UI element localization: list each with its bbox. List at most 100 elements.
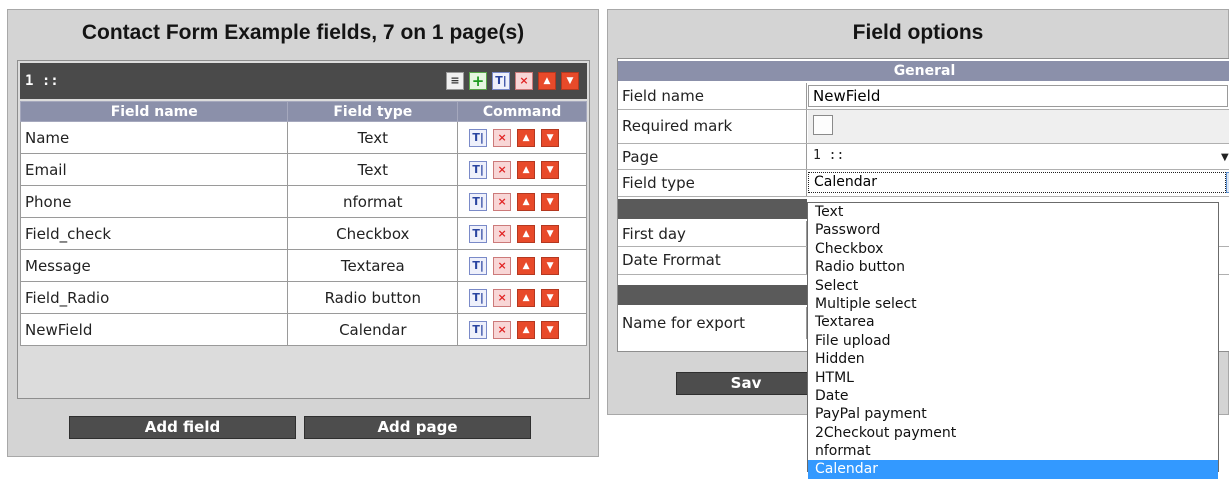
field-type-cell: Text	[287, 121, 459, 154]
dropdown-option[interactable]: Select	[808, 277, 1218, 295]
dropdown-option[interactable]: Checkbox	[808, 240, 1218, 258]
page-edit-icon[interactable]: T|	[492, 72, 510, 90]
column-header-field-name: Field name	[19, 101, 289, 122]
table-row: NewField Calendar T| × ▲ ▼	[19, 313, 587, 346]
field-type-select[interactable]: Calendar	[808, 172, 1226, 193]
dropdown-option[interactable]: Password	[808, 221, 1218, 239]
command-cell: T| × ▲ ▼	[457, 121, 587, 154]
page-select-chevron-down-icon[interactable]: ▼	[1221, 152, 1229, 163]
dropdown-option[interactable]: Textarea	[808, 313, 1218, 331]
field-name-cell: Name	[19, 121, 289, 154]
field-name-row: Field name NewField	[618, 83, 1229, 110]
move-down-icon[interactable]: ▼	[541, 161, 560, 179]
page-move-down-icon[interactable]: ▼	[561, 72, 579, 90]
move-up-icon[interactable]: ▲	[517, 129, 536, 147]
edit-field-icon[interactable]: T|	[469, 289, 488, 307]
dropdown-option[interactable]: nformat	[808, 442, 1218, 460]
export-section-heading	[618, 285, 807, 305]
dropdown-option[interactable]: Hidden	[808, 350, 1218, 368]
field-name-input[interactable]: NewField	[808, 85, 1228, 107]
page-select[interactable]: 1 ::	[808, 148, 1220, 166]
dropdown-option[interactable]: Calendar	[808, 460, 1218, 479]
field-type-cell: Text	[287, 153, 459, 186]
edit-field-icon[interactable]: T|	[469, 129, 488, 147]
fields-panel: Contact Form Example fields, 7 on 1 page…	[7, 9, 599, 457]
calendar-section-heading	[618, 199, 807, 219]
page-header-bar: 1 :: ≡ + T| × ▲ ▼	[20, 63, 587, 99]
move-down-icon[interactable]: ▼	[541, 321, 560, 339]
table-row: Message Textarea T| × ▲ ▼	[19, 249, 587, 282]
move-down-icon[interactable]: ▼	[541, 193, 560, 211]
field-name-cell: Phone	[19, 185, 289, 218]
page-select-label: Page	[618, 144, 807, 169]
page-fields-box: 1 :: ≡ + T| × ▲ ▼ Field name Field type …	[17, 60, 590, 399]
column-header-command: Command	[457, 101, 587, 122]
table-row: Name Text T| × ▲ ▼	[19, 121, 587, 154]
page-move-up-icon[interactable]: ▲	[538, 72, 556, 90]
date-format-label: Date Frormat	[618, 247, 807, 274]
dropdown-option[interactable]: File upload	[808, 332, 1218, 350]
page-delete-icon[interactable]: ×	[515, 72, 533, 90]
move-up-icon[interactable]: ▲	[517, 225, 536, 243]
fields-table: Field name Field type Command Name Text T|…	[19, 101, 587, 346]
field-name-cell: Field_check	[19, 217, 289, 250]
delete-field-icon[interactable]: ×	[493, 129, 512, 147]
edit-field-icon[interactable]: T|	[469, 321, 488, 339]
move-up-icon[interactable]: ▲	[517, 257, 536, 275]
save-button[interactable]: Sav	[676, 372, 816, 395]
command-cell: T| × ▲ ▼	[457, 185, 587, 218]
dropdown-option[interactable]: HTML	[808, 369, 1218, 387]
move-down-icon[interactable]: ▼	[541, 289, 560, 307]
command-cell: T| × ▲ ▼	[457, 281, 587, 314]
move-down-icon[interactable]: ▼	[541, 225, 560, 243]
general-section-heading: General	[618, 61, 1229, 81]
field-type-cell: Checkbox	[287, 217, 459, 250]
delete-field-icon[interactable]: ×	[493, 257, 512, 275]
page-add-field-icon[interactable]: +	[469, 72, 487, 90]
add-page-button[interactable]: Add page	[304, 416, 531, 439]
move-down-icon[interactable]: ▼	[541, 129, 560, 147]
table-row: Email Text T| × ▲ ▼	[19, 153, 587, 186]
required-mark-row: Required mark	[618, 110, 1229, 144]
field-type-cell: nformat	[287, 185, 459, 218]
first-day-label: First day	[618, 221, 807, 246]
dropdown-option[interactable]: Radio button	[808, 258, 1218, 276]
edit-field-icon[interactable]: T|	[469, 257, 488, 275]
command-cell: T| × ▲ ▼	[457, 249, 587, 282]
move-up-icon[interactable]: ▲	[517, 161, 536, 179]
column-header-field-type: Field type	[287, 101, 459, 122]
dropdown-option[interactable]: 2Checkout payment	[808, 424, 1218, 442]
page-label: 1 ::	[25, 73, 59, 89]
required-mark-checkbox[interactable]	[813, 115, 833, 135]
table-row: Phone nformat T| × ▲ ▼	[19, 185, 587, 218]
delete-field-icon[interactable]: ×	[493, 289, 512, 307]
table-row: Field_Radio Radio button T| × ▲ ▼	[19, 281, 587, 314]
field-name-cell: Email	[19, 153, 289, 186]
add-field-button[interactable]: Add field	[69, 416, 296, 439]
delete-field-icon[interactable]: ×	[493, 321, 512, 339]
move-down-icon[interactable]: ▼	[541, 257, 560, 275]
dropdown-option[interactable]: Date	[808, 387, 1218, 405]
edit-field-icon[interactable]: T|	[469, 193, 488, 211]
required-mark-label: Required mark	[618, 110, 807, 143]
field-name-label: Field name	[618, 83, 807, 109]
delete-field-icon[interactable]: ×	[493, 193, 512, 211]
edit-field-icon[interactable]: T|	[469, 161, 488, 179]
dropdown-option[interactable]: PayPal payment	[808, 405, 1218, 423]
move-up-icon[interactable]: ▲	[517, 289, 536, 307]
dropdown-option[interactable]: Multiple select	[808, 295, 1218, 313]
page-list-icon[interactable]: ≡	[446, 72, 464, 90]
dropdown-option[interactable]: Text	[808, 203, 1218, 221]
field-name-cell: Message	[19, 249, 289, 282]
field-type-cell: Radio button	[287, 281, 459, 314]
edit-field-icon[interactable]: T|	[469, 225, 488, 243]
command-cell: T| × ▲ ▼	[457, 313, 587, 346]
move-up-icon[interactable]: ▲	[517, 321, 536, 339]
delete-field-icon[interactable]: ×	[493, 161, 512, 179]
field-type-row: Field type Calendar ▼	[618, 170, 1229, 197]
field-type-cell: Textarea	[287, 249, 459, 282]
delete-field-icon[interactable]: ×	[493, 225, 512, 243]
move-up-icon[interactable]: ▲	[517, 193, 536, 211]
field-type-label: Field type	[618, 170, 807, 196]
table-row: Field_check Checkbox T| × ▲ ▼	[19, 217, 587, 250]
